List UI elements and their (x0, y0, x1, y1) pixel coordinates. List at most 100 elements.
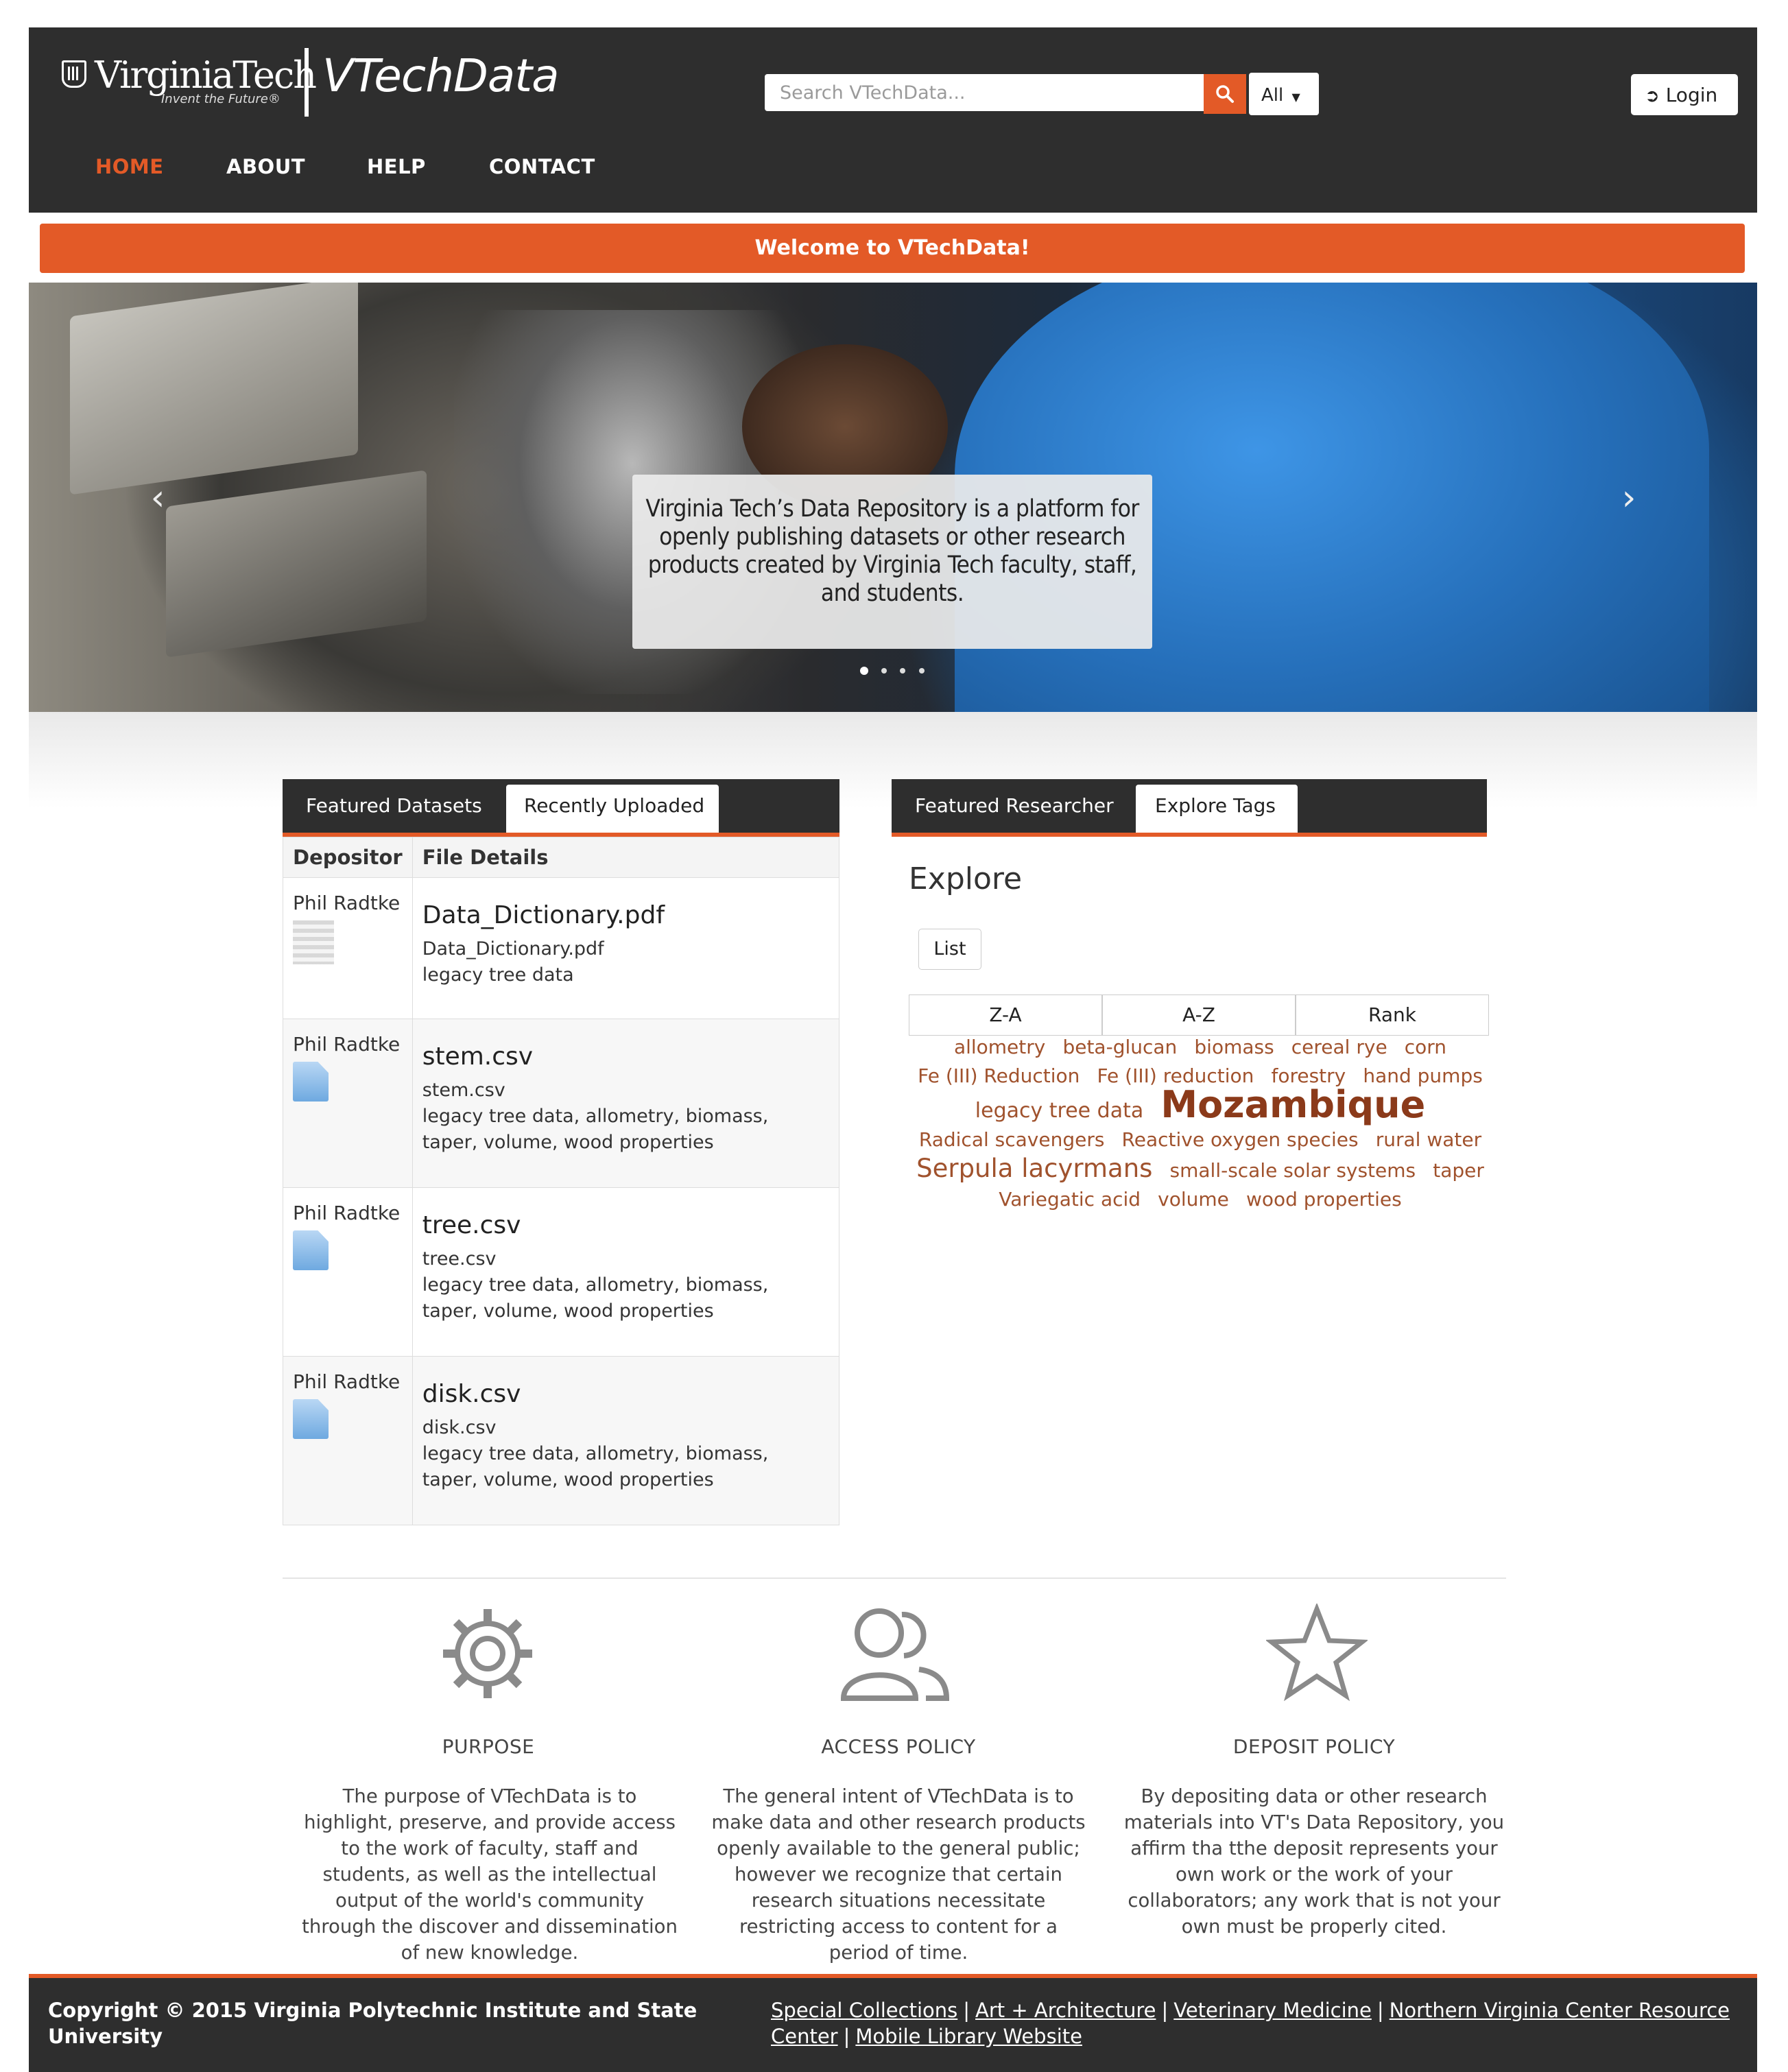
caret-down-icon: ▼ (1291, 91, 1300, 104)
depositor-name[interactable]: Phil Radtke (293, 1032, 403, 1058)
logo-tagline: Invent the Future® (161, 92, 281, 106)
star-icon (1266, 1604, 1368, 1702)
pdf-file-icon (293, 920, 334, 964)
section-divider (283, 1577, 1506, 1579)
tag-link[interactable]: Variegatic acid (999, 1187, 1141, 1213)
tag-link[interactable]: volume (1158, 1187, 1229, 1213)
nav-item-about[interactable]: ABOUT (226, 155, 305, 178)
tag-link[interactable]: legacy tree data (975, 1098, 1143, 1124)
footer-link-art-architecture[interactable]: Art + Architecture (975, 1999, 1156, 2022)
tag-cloud: allometry beta-glucan biomass cereal rye… (909, 1034, 1492, 1215)
tag-link[interactable]: biomass (1194, 1034, 1274, 1060)
datasets-tabbar: Featured Datasets Recently Uploaded (283, 779, 839, 837)
file-name-link[interactable]: disk.csv (422, 1380, 829, 1408)
tag-link[interactable]: cereal rye (1291, 1034, 1387, 1060)
login-label: Login (1665, 84, 1718, 106)
logo-divider (305, 48, 309, 117)
list-view-button[interactable]: List (918, 929, 981, 970)
sort-rank-button[interactable]: Rank (1296, 995, 1489, 1036)
tag-link[interactable]: small-scale solar systems (1170, 1158, 1416, 1184)
tag-link[interactable]: wood properties (1246, 1187, 1402, 1213)
carousel-next-chevron-icon[interactable]: › (1612, 477, 1646, 519)
table-row[interactable]: Phil Radtke tree.csv tree.csv legacy tre… (283, 1187, 840, 1357)
sort-z-a-button[interactable]: Z-A (909, 995, 1102, 1036)
login-button[interactable]: ➲ Login (1631, 74, 1738, 115)
tab-explore-tags[interactable]: Explore Tags (1136, 785, 1298, 833)
purpose-text: The purpose of VTechData is to highlight… (302, 1785, 678, 1964)
file-details-cell: tree.csv tree.csv legacy tree data, allo… (412, 1187, 840, 1357)
column-header-depositor: Depositor (283, 837, 413, 878)
carousel-prev-chevron-icon[interactable]: ‹ (141, 477, 175, 519)
search-icon (1216, 85, 1234, 103)
carousel-caption: Virginia Tech’s Data Repository is a pla… (645, 495, 1139, 607)
tag-link[interactable]: allometry (954, 1034, 1045, 1060)
search-scope-dropdown[interactable]: All ▼ (1249, 73, 1319, 115)
virginia-tech-logo[interactable]: VirginiaTech Invent the Future® (62, 53, 317, 106)
footer-link-separator: | (843, 2025, 850, 2048)
nav-item-contact[interactable]: CONTACT (489, 155, 595, 178)
sort-a-z-button[interactable]: A-Z (1102, 995, 1296, 1036)
depositor-name[interactable]: Phil Radtke (293, 890, 403, 916)
table-row[interactable]: Phil Radtke disk.csv disk.csv legacy tre… (283, 1356, 840, 1525)
file-subname: disk.csv (422, 1417, 497, 1438)
file-name-link[interactable]: Data_Dictionary.pdf (422, 901, 829, 929)
vt-shield-icon (62, 60, 86, 88)
carousel-indicator-3[interactable] (900, 668, 905, 674)
gear-icon (443, 1609, 532, 1698)
table-row[interactable]: Phil Radtke Data_Dictionary.pdf Data_Dic… (283, 877, 840, 1019)
carousel-indicator-1[interactable] (860, 667, 868, 675)
tag-link[interactable]: beta-glucan (1062, 1034, 1177, 1060)
search-input[interactable] (765, 74, 1204, 111)
footer-links: Special Collections | Art + Architecture | V… (771, 1997, 1745, 2049)
depositor-cell: Phil Radtke (283, 1356, 413, 1525)
access-policy-text: The general intent of VTechData is to ma… (711, 1785, 1086, 1964)
footer-link-separator: | (1376, 1999, 1384, 2022)
table-row[interactable]: Phil Radtke stem.csv stem.csv legacy tre… (283, 1019, 840, 1188)
carousel-image-equipment-lower (166, 470, 427, 658)
tab-featured-datasets[interactable]: Featured Datasets (306, 794, 482, 817)
footer-link-special-collections[interactable]: Special Collections (771, 1999, 957, 2022)
file-name-link[interactable]: stem.csv (422, 1043, 829, 1071)
tab-recently-uploaded[interactable]: Recently Uploaded (506, 785, 719, 833)
file-name-link[interactable]: tree.csv (422, 1211, 829, 1239)
file-subname: Data_Dictionary.pdf (422, 938, 604, 960)
copyright-text: Copyright © 2015 Virginia Polytechnic In… (48, 1999, 698, 2048)
file-details-cell: Data_Dictionary.pdf Data_Dictionary.pdf … (412, 877, 840, 1019)
carousel-indicator-4[interactable] (919, 668, 925, 674)
tag-link[interactable]: Reactive oxygen species (1122, 1127, 1359, 1153)
access-policy-title: ACCESS POLICY (821, 1735, 976, 1758)
tag-link[interactable]: rural water (1376, 1127, 1481, 1153)
tab-featured-researcher[interactable]: Featured Researcher (915, 794, 1114, 817)
login-icon: ➲ (1645, 86, 1660, 106)
file-details-cell: stem.csv stem.csv legacy tree data, allo… (412, 1019, 840, 1188)
tag-link[interactable]: taper (1433, 1158, 1484, 1184)
file-tags: legacy tree data, allometry, biomass, ta… (422, 1443, 769, 1490)
logo-wordmark: VirginiaTech (95, 53, 317, 97)
explore-heading: Explore (909, 861, 1023, 896)
tag-link[interactable]: Radical scavengers (919, 1127, 1105, 1153)
purpose-title: PURPOSE (442, 1735, 535, 1758)
deposit-policy-title: DEPOSIT POLICY (1232, 1735, 1396, 1758)
carousel-image-equipment (70, 283, 358, 495)
column-header-file-details: File Details (412, 837, 840, 878)
file-icon (293, 1062, 329, 1102)
footer-link-veterinary-medicine[interactable]: Veterinary Medicine (1173, 1999, 1372, 2022)
users-icon (840, 1608, 950, 1701)
footer-link-separator: | (1161, 1999, 1169, 2022)
tag-link[interactable]: Serpula lacyrmans (916, 1156, 1152, 1182)
depositor-name[interactable]: Phil Radtke (293, 1369, 403, 1395)
file-details-cell: disk.csv disk.csv legacy tree data, allo… (412, 1356, 840, 1525)
nav-item-home[interactable]: HOME (95, 155, 164, 178)
site-title[interactable]: VTechData (322, 49, 560, 102)
file-tags: legacy tree data (422, 964, 574, 986)
tag-link[interactable]: Fe (III) Reduction (918, 1063, 1080, 1089)
search-button[interactable] (1204, 74, 1246, 114)
carousel-indicator-2[interactable] (881, 668, 887, 674)
depositor-name[interactable]: Phil Radtke (293, 1200, 403, 1226)
tag-link[interactable]: Mozambique (1160, 1086, 1425, 1123)
footer-link-mobile-library[interactable]: Mobile Library Website (855, 2025, 1082, 2048)
tag-link[interactable]: corn (1405, 1034, 1446, 1060)
deposit-policy-text: By depositing data or other research mat… (1123, 1785, 1505, 1938)
datasets-table: Depositor File Details Phil Radtke Data_… (283, 837, 840, 1525)
nav-item-help[interactable]: HELP (367, 155, 426, 178)
